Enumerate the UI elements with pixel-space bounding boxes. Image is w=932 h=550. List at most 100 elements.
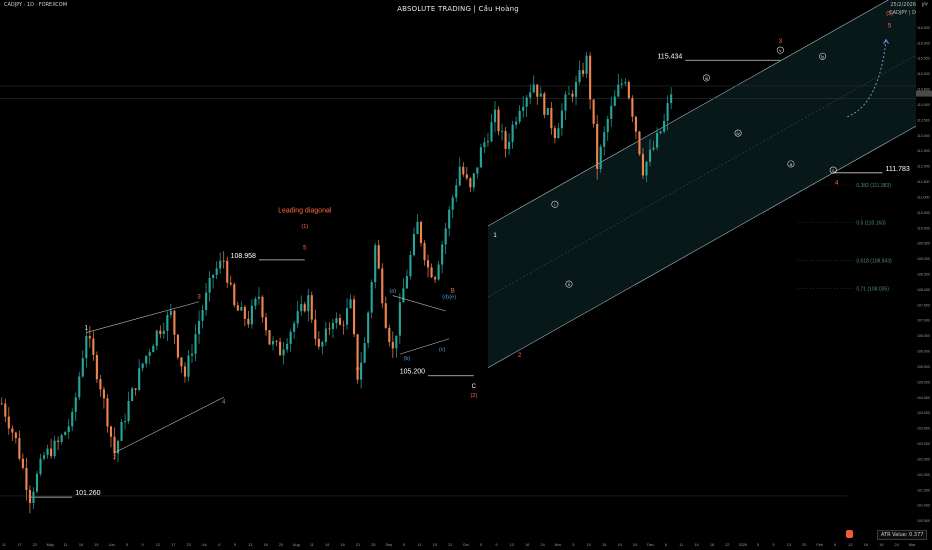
- candle-body: [190, 353, 194, 356]
- x-tick-label: 2026: [738, 543, 746, 547]
- x-tick-label: 13: [248, 543, 252, 547]
- x-tick-label: 6: [665, 543, 667, 547]
- candle-body: [353, 299, 356, 335]
- candle-body: [613, 96, 616, 106]
- candle-body: [176, 334, 179, 358]
- y-tick-label: 116.000: [917, 41, 930, 45]
- last-price-tag: [916, 90, 932, 97]
- y-tick-label: 101.000: [917, 504, 930, 508]
- wave-label: C: [472, 384, 477, 390]
- candle-body: [35, 473, 39, 492]
- candle-body: [585, 55, 588, 74]
- x-tick-label: 15: [433, 543, 437, 547]
- candle-body: [145, 355, 148, 364]
- candle-body: [335, 318, 338, 323]
- x-tick-label: 21: [448, 543, 452, 547]
- candle-body: [183, 366, 187, 377]
- level-label: 111.783: [886, 166, 910, 173]
- candle-body: [582, 70, 585, 74]
- candle-body: [508, 141, 511, 149]
- candle-body: [21, 458, 24, 468]
- fib-label: 0.71 (108.035): [856, 286, 889, 292]
- candle-body: [219, 260, 222, 269]
- indicator-icon[interactable]: [846, 530, 853, 538]
- y-tick-label: 111.500: [917, 180, 929, 184]
- candle-body: [486, 141, 490, 143]
- wave-label: (e): [449, 295, 456, 301]
- candle-body: [592, 99, 595, 124]
- candle-body: [194, 334, 197, 354]
- x-tick-label: 15: [602, 543, 606, 547]
- x-tick-label: 9: [141, 543, 143, 547]
- x-tick-label: 23: [187, 543, 191, 547]
- x-tick-label: 5: [572, 543, 574, 547]
- candle-body: [331, 322, 334, 329]
- candle-body: [50, 448, 53, 457]
- candle-body: [7, 416, 10, 429]
- wave-label: (a): [389, 289, 396, 295]
- y-tick-label: 100.500: [917, 519, 930, 523]
- candle-body: [162, 330, 165, 334]
- candle-body: [441, 244, 444, 265]
- candle-body: [402, 288, 405, 303]
- y-tick-label: 109.000: [917, 257, 930, 261]
- candle-body: [511, 124, 514, 142]
- candle-body: [596, 123, 599, 169]
- candle-body: [631, 98, 634, 117]
- candle-body: [169, 310, 172, 316]
- x-tick-label: 14: [325, 543, 329, 547]
- candle-body: [166, 315, 169, 331]
- candle-body: [655, 133, 659, 148]
- candle-body: [159, 330, 162, 334]
- candle-body: [659, 131, 662, 134]
- x-axis: 11 17 23 May 11 16 19 Jun 5 9 12 17 23 Jul 6 9 13 16 20 Aug…: [2, 543, 916, 547]
- candle-body: [187, 355, 190, 377]
- candle-body: [539, 93, 542, 97]
- x-tick-label: 16: [864, 543, 868, 547]
- channel-mid-line: [487, 54, 917, 298]
- x-tick-label: 22: [725, 543, 729, 547]
- candle-body: [532, 84, 535, 93]
- candle-body: [293, 323, 296, 332]
- candle-body: [571, 93, 574, 97]
- candle-body: [345, 308, 349, 325]
- candle-body: [617, 84, 620, 97]
- candle-body: [529, 92, 532, 98]
- x-tick-label: 9: [234, 543, 236, 547]
- candle-body: [504, 131, 507, 149]
- x-tick-label: 16: [79, 543, 83, 547]
- chart-canvas[interactable]: 115.434111.783108.958105.200101.2600.382…: [0, 0, 932, 550]
- candle-body: [367, 312, 370, 344]
- x-tick-label: Sep: [385, 543, 392, 547]
- x-tick-label: 9: [772, 543, 774, 547]
- date-text: 25/2/2026: [890, 2, 916, 8]
- candle-body: [173, 310, 176, 335]
- candle-body: [106, 398, 109, 427]
- candle-body: [458, 166, 461, 186]
- y-tick-label: 110.000: [917, 226, 930, 230]
- x-tick-label: Jun: [109, 543, 115, 547]
- candle-body: [81, 358, 84, 377]
- candle-body: [356, 334, 359, 380]
- candle-body: [208, 278, 211, 293]
- y-tick-label: 116.500: [917, 26, 930, 30]
- x-tick-label: Feb: [816, 543, 823, 547]
- x-tick-label: 13: [510, 543, 514, 547]
- candle-body: [451, 197, 454, 210]
- y-tick-label: 103.000: [917, 442, 930, 446]
- candle-body: [381, 268, 384, 304]
- candle-body: [74, 397, 77, 412]
- candle-body: [490, 122, 493, 142]
- candle-body: [127, 400, 130, 422]
- candle-body: [42, 455, 46, 459]
- wave-label: (d): [442, 295, 449, 301]
- x-tick-label: 6: [834, 543, 836, 547]
- y-tick-label: 115.500: [917, 57, 930, 61]
- x-tick-label: 16: [264, 543, 268, 547]
- wave-label: 2: [518, 353, 522, 359]
- y-tick-label: 106.500: [917, 334, 930, 338]
- candle-body: [426, 260, 430, 268]
- candle-body: [589, 55, 592, 100]
- candle-body: [324, 328, 327, 343]
- x-tick-label: Mar: [909, 543, 916, 547]
